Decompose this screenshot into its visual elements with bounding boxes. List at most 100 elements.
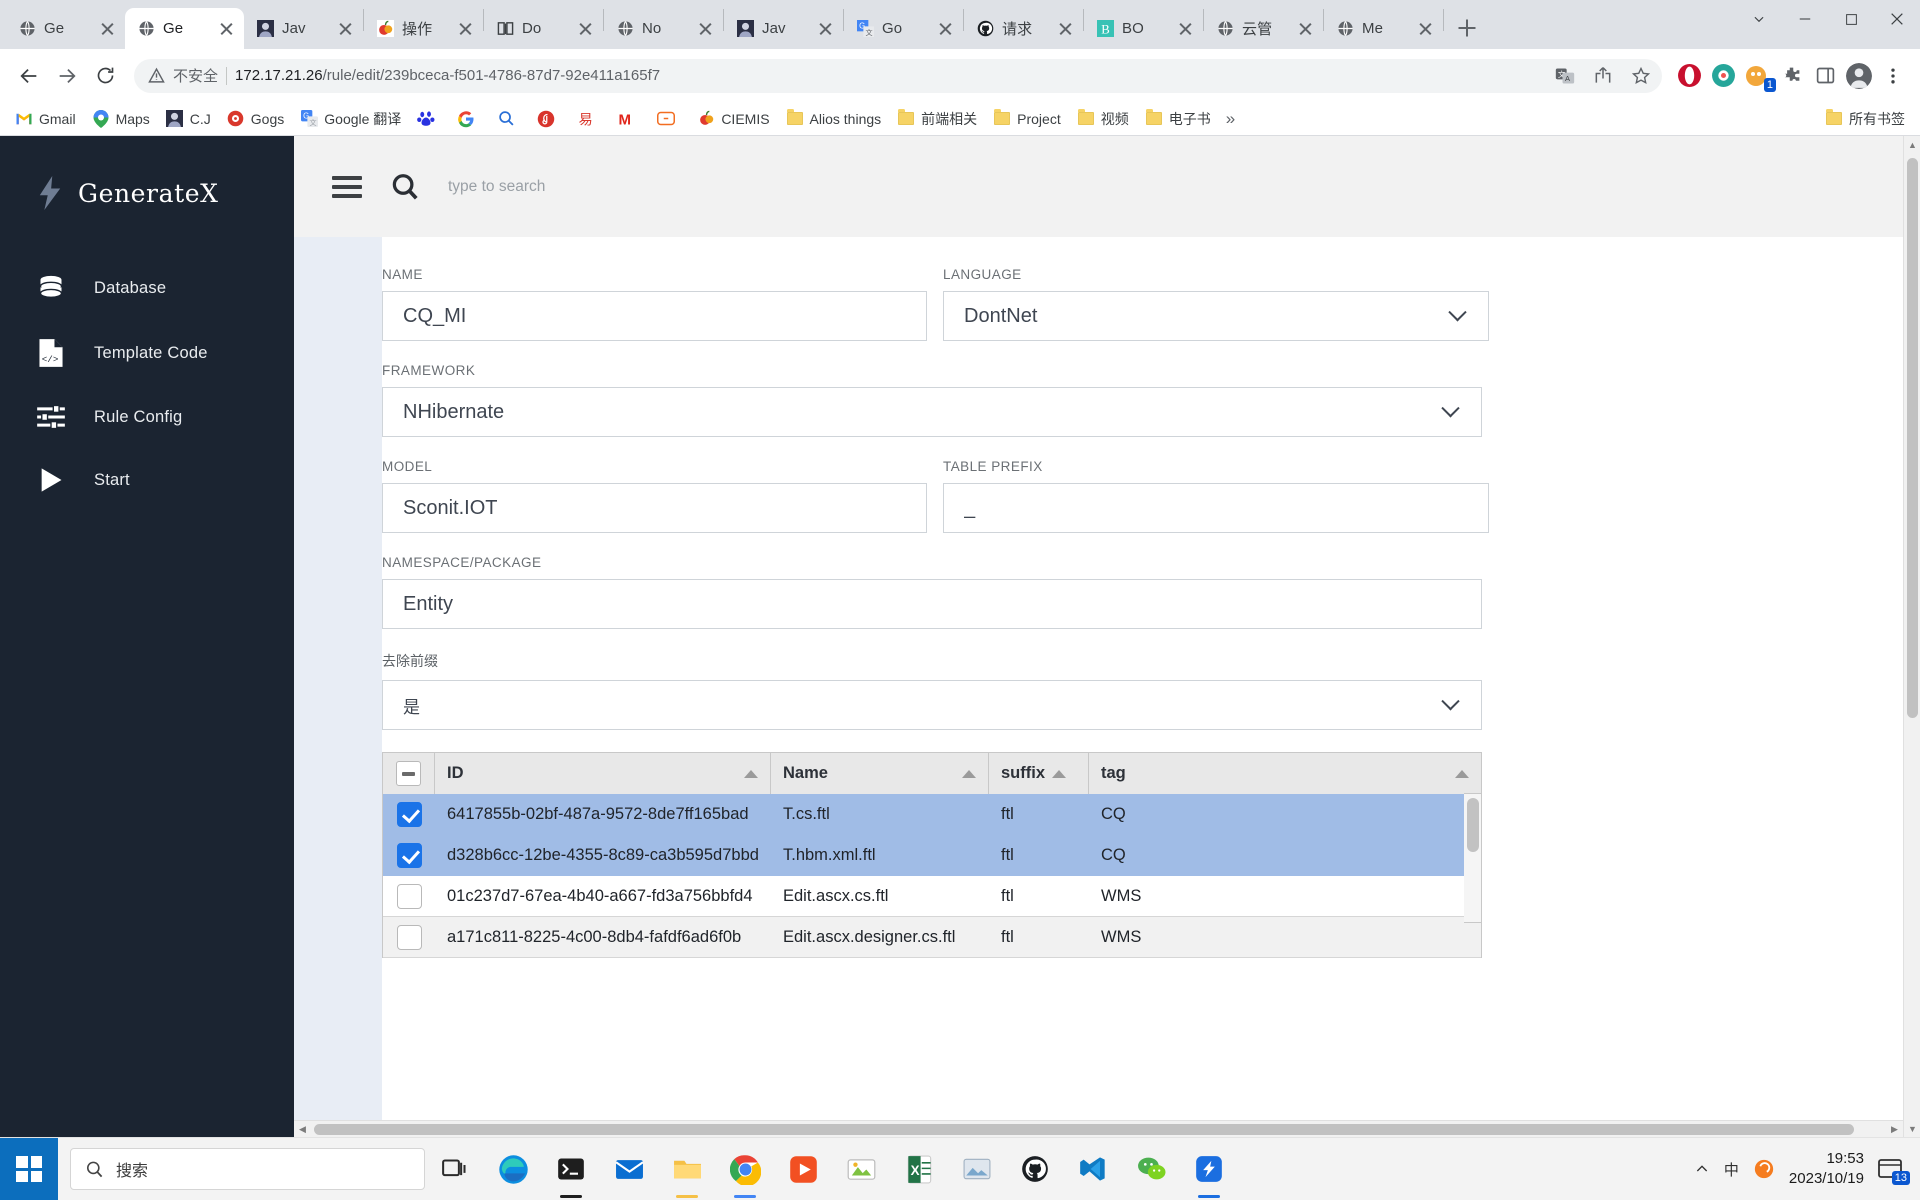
close-icon[interactable] bbox=[696, 19, 715, 38]
name-input[interactable]: CQ_MI bbox=[382, 291, 927, 341]
close-icon[interactable] bbox=[1874, 0, 1920, 38]
scroll-down-arrow-icon[interactable]: ▼ bbox=[1904, 1120, 1920, 1137]
edge-icon[interactable] bbox=[485, 1138, 541, 1200]
chrome-icon[interactable] bbox=[717, 1138, 773, 1200]
bookmark-folder[interactable]: Alios things bbox=[779, 107, 889, 131]
close-icon[interactable] bbox=[98, 19, 117, 38]
bookmark-item[interactable] bbox=[490, 107, 528, 131]
search-icon[interactable] bbox=[390, 172, 420, 202]
bookmark-item[interactable] bbox=[450, 107, 488, 131]
browser-tab[interactable]: B BO bbox=[1084, 8, 1203, 49]
row-checkbox-cell[interactable] bbox=[383, 917, 435, 957]
browser-tab-active[interactable]: Ge bbox=[125, 8, 244, 49]
row-checkbox-cell[interactable] bbox=[383, 794, 435, 834]
bookmark-item[interactable]: M bbox=[610, 107, 648, 131]
opera-icon[interactable] bbox=[1674, 61, 1704, 91]
row-checkbox-cell[interactable] bbox=[383, 835, 435, 875]
browser-tab[interactable]: Ge bbox=[6, 8, 125, 49]
close-icon[interactable] bbox=[576, 19, 595, 38]
sogou-icon[interactable] bbox=[1753, 1158, 1775, 1180]
start-button[interactable] bbox=[0, 1137, 58, 1200]
table-row[interactable]: 6417855b-02bf-487a-9572-8de7ff165bad T.c… bbox=[383, 794, 1481, 835]
bookmark-item[interactable]: Gmail bbox=[8, 107, 83, 131]
translate-icon[interactable]: 文A bbox=[1550, 61, 1580, 91]
browser-tab[interactable]: Do bbox=[484, 8, 603, 49]
close-icon[interactable] bbox=[1416, 19, 1435, 38]
page-vertical-scrollbar[interactable]: ▲ ▼ bbox=[1903, 136, 1920, 1137]
page-horizontal-scrollbar[interactable]: ◀ ▶ bbox=[294, 1120, 1920, 1137]
bookmark-item[interactable]: Gogs bbox=[220, 107, 291, 131]
close-icon[interactable] bbox=[1056, 19, 1075, 38]
browser-tab[interactable]: Jav bbox=[244, 8, 363, 49]
sidebar-item-template-code[interactable]: </> Template Code bbox=[0, 320, 294, 386]
more-menu-icon[interactable] bbox=[1878, 61, 1908, 91]
row-checkbox[interactable] bbox=[396, 883, 422, 909]
all-bookmarks-button[interactable]: 所有书签 bbox=[1818, 106, 1912, 132]
browser-tab[interactable]: G文 Go bbox=[844, 8, 963, 49]
terminal-icon[interactable] bbox=[543, 1138, 599, 1200]
bookmark-item[interactable]: 易 bbox=[570, 107, 608, 131]
column-header-tag[interactable]: tag bbox=[1089, 753, 1481, 794]
forward-arrow-icon[interactable] bbox=[50, 59, 84, 93]
select-all-cell[interactable] bbox=[383, 753, 435, 794]
bookmark-item[interactable]: Maps bbox=[85, 107, 157, 131]
column-header-suffix[interactable]: suffix bbox=[989, 753, 1089, 794]
chevron-up-icon[interactable] bbox=[1694, 1161, 1710, 1177]
row-checkbox[interactable] bbox=[396, 801, 422, 827]
back-arrow-icon[interactable] bbox=[12, 59, 46, 93]
sidebar-item-rule-config[interactable]: Rule Config bbox=[0, 386, 294, 448]
framework-select[interactable]: NHibernate bbox=[382, 387, 1482, 437]
taskbar-search[interactable]: 搜索 bbox=[70, 1148, 425, 1190]
scroll-left-arrow-icon[interactable]: ◀ bbox=[294, 1121, 311, 1137]
bookmark-folder[interactable]: 视频 bbox=[1070, 106, 1136, 132]
browser-tab[interactable]: Me bbox=[1324, 8, 1443, 49]
git-icon[interactable] bbox=[1007, 1138, 1063, 1200]
bookmark-folder[interactable]: Project bbox=[986, 107, 1068, 131]
puzzle-icon[interactable] bbox=[1776, 61, 1806, 91]
close-icon[interactable] bbox=[936, 19, 955, 38]
row-checkbox[interactable] bbox=[396, 842, 422, 868]
table-prefix-input[interactable]: _ bbox=[943, 483, 1489, 533]
share-icon[interactable] bbox=[1588, 61, 1618, 91]
dingtalk-icon[interactable] bbox=[1181, 1138, 1237, 1200]
close-icon[interactable] bbox=[816, 19, 835, 38]
page-hscroll-thumb[interactable] bbox=[314, 1124, 1854, 1135]
close-icon[interactable] bbox=[336, 19, 355, 38]
profile-avatar-icon[interactable] bbox=[1844, 61, 1874, 91]
column-header-id[interactable]: ID bbox=[435, 753, 771, 794]
bookmark-star-icon[interactable] bbox=[1626, 61, 1656, 91]
table-row[interactable]: d328b6cc-12be-4355-8c89-ca3b595d7bbd T.h… bbox=[383, 835, 1481, 876]
bookmark-item[interactable] bbox=[530, 107, 568, 131]
browser-tab[interactable]: 云管 bbox=[1204, 8, 1323, 49]
minimize-icon[interactable] bbox=[1782, 0, 1828, 38]
new-tab-button[interactable] bbox=[1450, 11, 1484, 45]
close-icon[interactable] bbox=[1176, 19, 1195, 38]
close-icon[interactable] bbox=[1296, 19, 1315, 38]
taskbar-clock[interactable]: 19:53 2023/10/19 bbox=[1789, 1149, 1864, 1190]
badge-icon[interactable]: 1 bbox=[1742, 61, 1776, 92]
row-checkbox-cell[interactable] bbox=[383, 876, 435, 916]
file-explorer-icon[interactable] bbox=[659, 1138, 715, 1200]
reload-icon[interactable] bbox=[88, 59, 122, 93]
bookmarks-overflow-button[interactable]: » bbox=[1220, 107, 1241, 131]
table-row[interactable]: a171c811-8225-4c00-8db4-fafdf6ad6f0b Edi… bbox=[383, 917, 1481, 958]
browser-tab[interactable]: 操作 bbox=[364, 8, 483, 49]
namespace-input[interactable]: Entity bbox=[382, 579, 1482, 629]
sidebar-item-database[interactable]: Database bbox=[0, 256, 294, 320]
excel-icon[interactable]: X bbox=[891, 1138, 947, 1200]
search-input[interactable]: type to search bbox=[448, 178, 545, 196]
notification-icon[interactable]: 13 bbox=[1878, 1157, 1910, 1185]
row-checkbox[interactable] bbox=[396, 924, 422, 950]
bookmark-item[interactable]: CIEMIS bbox=[690, 107, 776, 131]
extension-circle-icon[interactable] bbox=[1708, 61, 1738, 91]
bookmark-item[interactable] bbox=[650, 107, 688, 131]
bookmark-item[interactable]: C.J bbox=[159, 107, 218, 131]
media-player-icon[interactable] bbox=[775, 1138, 831, 1200]
sidepanel-icon[interactable] bbox=[1810, 61, 1840, 91]
bookmark-item[interactable] bbox=[410, 107, 448, 131]
hamburger-icon[interactable] bbox=[332, 175, 362, 198]
address-bar[interactable]: 不安全 172.17.21.26/rule/edit/239bceca-f501… bbox=[134, 58, 1662, 93]
column-header-name[interactable]: Name bbox=[771, 753, 989, 794]
app-brand[interactable]: GenerateX bbox=[0, 164, 294, 210]
mail-icon[interactable] bbox=[601, 1138, 657, 1200]
